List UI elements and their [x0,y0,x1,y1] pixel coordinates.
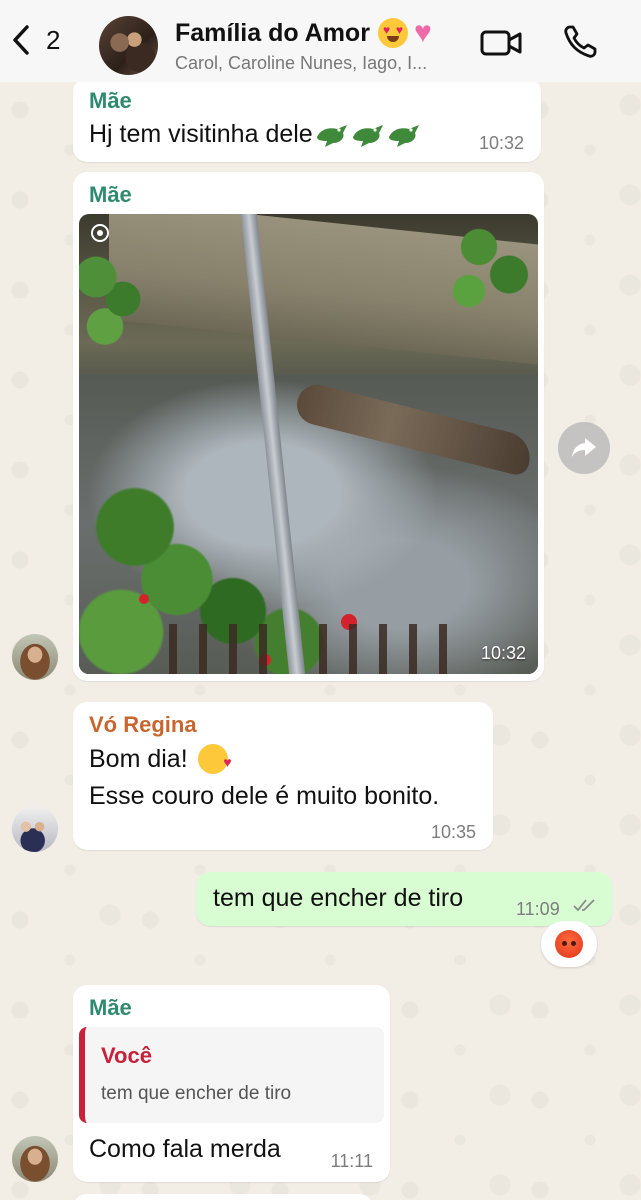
message-text: Como fala merda [89,1135,281,1163]
group-avatar[interactable] [99,16,158,75]
chevron-left-icon [13,25,29,55]
sender-name: Mãe [89,995,132,1020]
video-call-icon[interactable] [480,28,524,58]
chat-info[interactable]: Família do Amor ♥ Carol, Caroline Nunes,… [175,18,465,74]
avatar-mae[interactable] [12,634,58,680]
unread-count: 2 [46,24,61,55]
message-time: 10:32 [478,133,524,153]
angry-face-emoji [555,930,583,958]
chat-title-text: Família do Amor [175,18,370,47]
chat-participants: Carol, Caroline Nunes, Iago, I... [175,53,428,73]
message-text-content: Bom dia! [89,744,188,773]
back-button[interactable]: 2 [10,24,60,56]
message-text: tem que encher de tiro [213,884,464,912]
message-text: Hj tem visitinha dele [89,120,421,149]
crocodile-emoji [387,121,421,149]
avatar-vo-regina[interactable] [12,806,58,852]
next-message-bubble[interactable] [73,1194,373,1200]
message-time: 11:11 [330,1151,373,1171]
quoted-message[interactable]: Você tem que encher de tiro [79,1027,384,1123]
sender-name: Mãe [89,182,132,207]
message-text-content: Hj tem visitinha dele [89,120,313,148]
chat-title: Família do Amor ♥ [175,18,465,48]
photo-time: 10:32 [480,643,526,663]
heart-eyes-emoji [377,18,408,48]
forward-button[interactable] [558,422,610,474]
crocodile-emoji [315,121,349,149]
message-time: 10:35 [430,822,476,842]
quoted-sender: Você [101,1043,152,1068]
outgoing-message-bubble[interactable]: tem que encher de tiro 11:09 [196,872,612,926]
message-time: 11:09 [516,899,560,919]
message-text-line2: Esse couro dele é muito bonito. [89,782,440,810]
crocodile-photo[interactable]: 10:32 [79,214,538,674]
avatar-mae[interactable] [12,1136,58,1182]
sender-name: Vó Regina [89,712,197,737]
message-text-line1: Bom dia! [89,744,232,774]
crocodile-emoji [351,121,385,149]
reply-message-bubble[interactable]: Mãe Você tem que encher de tiro Como fal… [73,985,390,1182]
chat-header: 2 Família do Amor ♥ Carol, Caroline Nune… [0,0,641,82]
read-receipt-icon [573,899,595,912]
forward-arrow-icon [572,438,596,457]
message-bubble[interactable]: Vó Regina Bom dia! Esse couro dele é mui… [73,702,493,850]
phone-call-icon[interactable] [562,24,598,60]
kissing-face-emoji [197,744,232,774]
view-once-icon [91,224,109,242]
message-reaction[interactable] [541,921,597,967]
message-bubble[interactable]: Mãe Hj tem visitinha dele 10:32 [73,78,541,162]
quoted-text: tem que encher de tiro [101,1083,292,1104]
photo-message-bubble[interactable]: Mãe 10:32 [73,172,544,681]
sender-name: Mãe [89,88,132,113]
sparkling-heart-emoji: ♥ [413,16,432,49]
